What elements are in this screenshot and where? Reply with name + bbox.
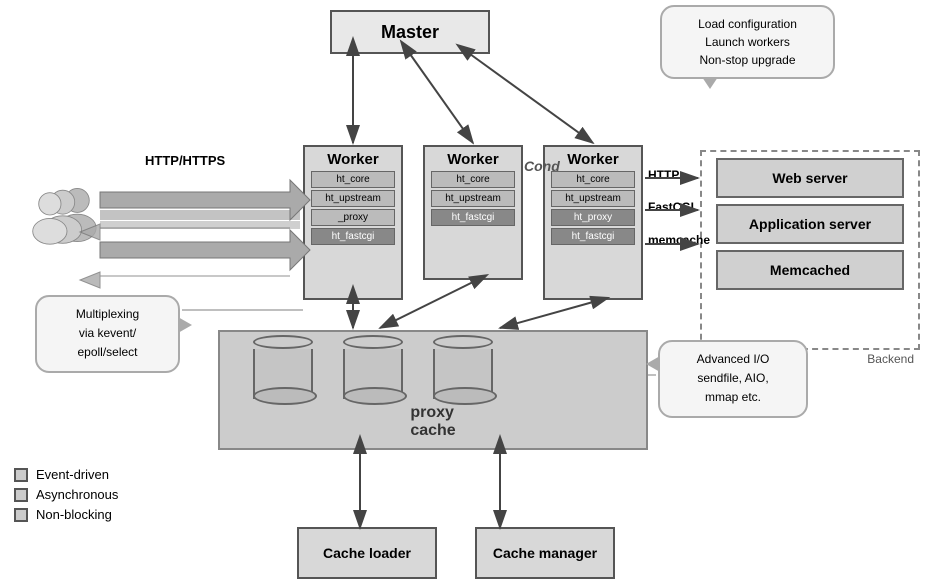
legend-asynchronous: Asynchronous [14, 487, 118, 502]
cache-manager-box: Cache manager [475, 527, 615, 579]
db-cylinder-1 [248, 335, 318, 399]
worker2-module-ht-core: ht_core [431, 171, 515, 188]
db-top-3 [433, 335, 493, 349]
diagram: Master Load configuration Launch workers… [0, 0, 944, 587]
worker1-title: Worker [327, 147, 378, 170]
worker-box-1: Worker ht_core ht_upstream _proxy ht_fas… [303, 145, 403, 300]
db-cylinder-3 [428, 335, 498, 399]
callout-multiplexing: Multiplexing via kevent/ epoll/select [35, 295, 180, 373]
callout-top: Load configuration Launch workers Non-st… [660, 5, 835, 79]
cond-label: Cond [524, 158, 560, 174]
memcached-box: Memcached [716, 250, 904, 290]
worker2-module-ht-fastcgi: ht_fastcgi [431, 209, 515, 226]
legend-square-2 [14, 488, 28, 502]
legend-non-blocking: Non-blocking [14, 507, 118, 522]
worker3-module-ht-upstream: ht_upstream [551, 190, 635, 207]
app-server-box: Application server [716, 204, 904, 244]
master-label: Master [381, 22, 439, 43]
http-https-label: HTTP/HTTPS [145, 153, 225, 168]
master-box: Master [330, 10, 490, 54]
cache-manager-label: Cache manager [493, 545, 597, 561]
callout-left-line3: epoll/select [77, 345, 137, 359]
worker1-module-proxy: _proxy [311, 209, 395, 226]
db-body-1 [253, 349, 313, 399]
db-body-3 [433, 349, 493, 399]
legend-square-3 [14, 508, 28, 522]
legend-label-1: Event-driven [36, 467, 109, 482]
worker1-module-ht-upstream: ht_upstream [311, 190, 395, 207]
legend-label-3: Non-blocking [36, 507, 112, 522]
worker1-module-ht-core: ht_core [311, 171, 395, 188]
worker-box-2: Worker ht_core ht_upstream ht_fastcgi [423, 145, 523, 280]
legend-event-driven: Event-driven [14, 467, 118, 482]
legend-label-2: Asynchronous [36, 487, 118, 502]
worker3-module-ht-proxy: ht_proxy [551, 209, 635, 226]
fastcgi-label: FastCGI [648, 200, 694, 214]
http-right-label: HTTP [648, 168, 679, 182]
callout-br-line1: Advanced I/O [697, 352, 770, 366]
callout-top-line2: Launch workers [705, 35, 790, 49]
cache-loader-box: Cache loader [297, 527, 437, 579]
db-body-2 [343, 349, 403, 399]
callout-top-line3: Non-stop upgrade [699, 53, 795, 67]
memcache-label: memcache [648, 233, 710, 247]
http-arrows [80, 180, 310, 288]
worker3-module-ht-core: ht_core [551, 171, 635, 188]
worker3-title: Worker [567, 147, 618, 170]
callout-left-line1: Multiplexing [76, 307, 139, 321]
backend-label: Backend [867, 352, 914, 366]
callout-br-line3: mmap etc. [705, 390, 761, 404]
callout-br-line2: sendfile, AIO, [697, 371, 768, 385]
db-top-1 [253, 335, 313, 349]
worker2-module-ht-upstream: ht_upstream [431, 190, 515, 207]
callout-left-line2: via kevent/ [79, 326, 136, 340]
db-group [248, 335, 498, 399]
db-cylinder-2 [338, 335, 408, 399]
worker3-module-ht-fastcgi: ht_fastcgi [551, 228, 635, 245]
callout-top-line1: Load configuration [698, 17, 797, 31]
legend: Event-driven Asynchronous Non-blocking [14, 467, 118, 527]
legend-square-1 [14, 468, 28, 482]
proxy-cache-label: proxycache [410, 404, 455, 440]
users-icon [32, 185, 102, 245]
worker1-module-ht-fastcgi: ht_fastcgi [311, 228, 395, 245]
backend-box: Web server Application server Memcached … [700, 150, 920, 350]
web-server-box: Web server [716, 158, 904, 198]
worker2-title: Worker [447, 147, 498, 170]
cache-loader-label: Cache loader [323, 545, 411, 561]
callout-advanced-io: Advanced I/O sendfile, AIO, mmap etc. [658, 340, 808, 418]
db-top-2 [343, 335, 403, 349]
